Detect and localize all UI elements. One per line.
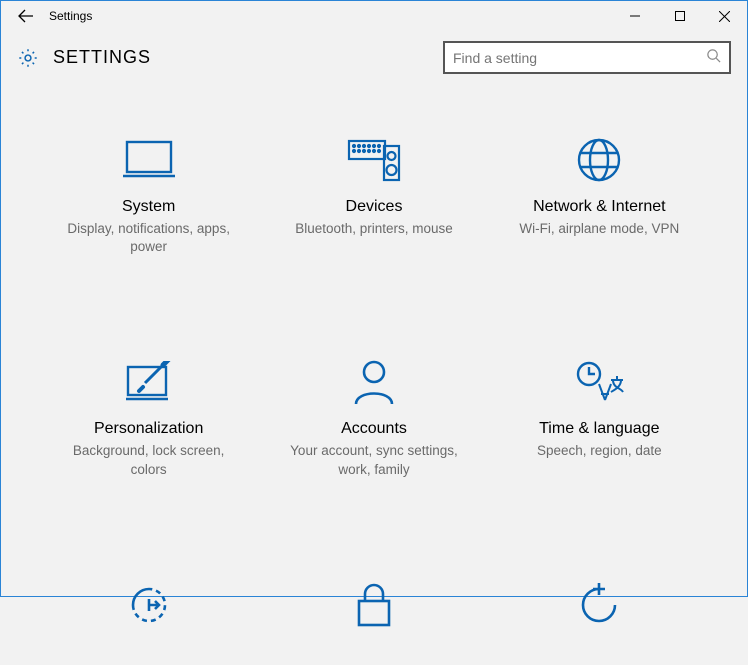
globe-icon (575, 134, 623, 186)
maximize-button[interactable] (657, 1, 702, 31)
tile-desc: Your account, sync settings, work, famil… (284, 442, 464, 478)
close-icon (719, 11, 730, 22)
ease-of-access-icon (125, 579, 173, 631)
display-icon (121, 134, 177, 186)
tile-update-security[interactable]: Update & security (492, 579, 707, 665)
tile-title: Devices (346, 198, 403, 216)
search-field[interactable] (453, 50, 706, 66)
personalization-icon (123, 356, 175, 408)
lock-icon (354, 579, 394, 631)
tile-title: Time & language (539, 420, 659, 438)
tile-system[interactable]: System Display, notifications, apps, pow… (41, 134, 256, 256)
tile-desc: Display, notifications, apps, power (59, 220, 239, 256)
tile-devices[interactable]: Devices Bluetooth, printers, mouse (266, 134, 481, 256)
tile-desc: Speech, region, date (537, 442, 662, 460)
time-language-icon (573, 356, 625, 408)
tile-title: Network & Internet (533, 198, 666, 216)
tile-privacy[interactable]: Privacy (266, 579, 481, 665)
person-icon (352, 356, 396, 408)
search-icon (706, 48, 721, 67)
tile-title: System (122, 198, 175, 216)
tile-personalization[interactable]: Personalization Background, lock screen,… (41, 356, 256, 478)
devices-icon (346, 134, 402, 186)
tile-time-language[interactable]: Time & language Speech, region, date (492, 356, 707, 478)
close-button[interactable] (702, 1, 747, 31)
update-icon (575, 579, 623, 631)
tile-network[interactable]: Network & Internet Wi-Fi, airplane mode,… (492, 134, 707, 256)
gear-icon (13, 47, 43, 69)
back-button[interactable] (9, 1, 43, 31)
search-input[interactable] (443, 41, 731, 74)
tile-desc: Wi-Fi, airplane mode, VPN (519, 220, 679, 238)
tile-title: Personalization (94, 420, 203, 438)
page-title: SETTINGS (43, 47, 151, 68)
window-title: Settings (43, 9, 92, 23)
tile-title: Accounts (341, 420, 407, 438)
tile-accounts[interactable]: Accounts Your account, sync settings, wo… (266, 356, 481, 478)
minimize-icon (630, 11, 640, 21)
tile-ease-of-access[interactable]: Ease of Access (41, 579, 256, 665)
maximize-icon (675, 11, 685, 21)
minimize-button[interactable] (612, 1, 657, 31)
tile-desc: Background, lock screen, colors (59, 442, 239, 478)
tile-desc: Bluetooth, printers, mouse (295, 220, 453, 238)
arrow-left-icon (18, 8, 34, 24)
